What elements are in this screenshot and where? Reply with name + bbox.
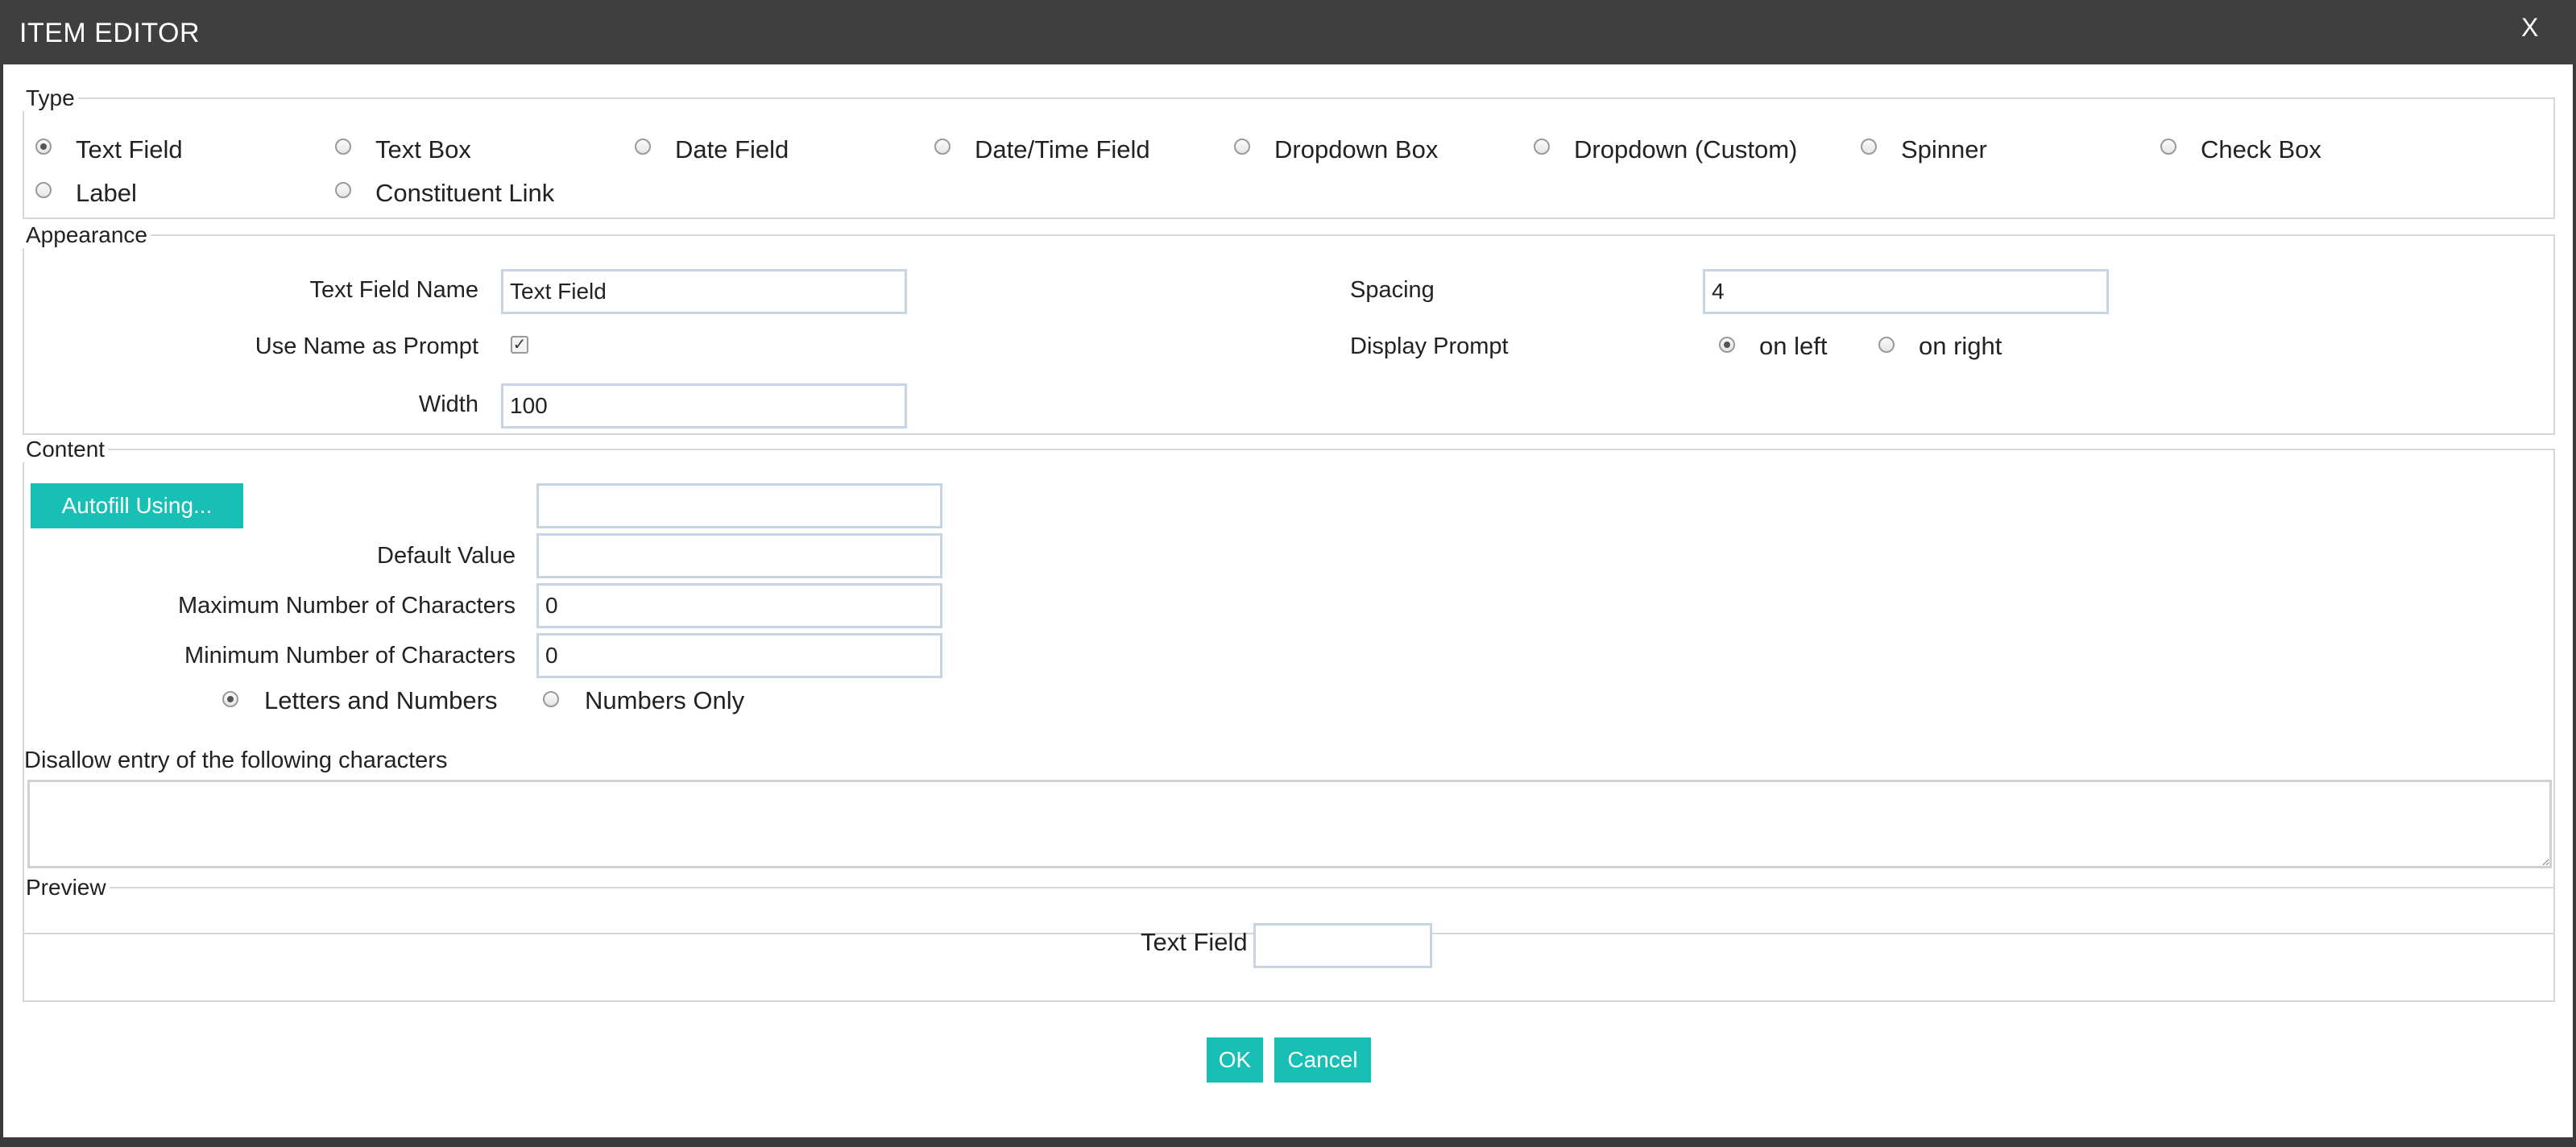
text-field-name-input[interactable] <box>501 269 907 314</box>
min-characters-label: Minimum Number of Characters <box>184 643 516 669</box>
cancel-button[interactable]: Cancel <box>1274 1037 1371 1083</box>
radio-dropdown-box[interactable] <box>1234 139 1250 155</box>
radio-label[interactable] <box>35 182 52 198</box>
char-option-label: Numbers Only <box>585 686 745 714</box>
radio-spinner[interactable] <box>1861 139 1877 155</box>
display-prompt-label: Display Prompt <box>1350 333 1509 359</box>
content-legend: Content <box>26 437 106 462</box>
use-name-as-prompt-checkbox[interactable]: ✓ <box>511 336 528 354</box>
radio-constituent-link[interactable] <box>335 182 351 198</box>
width-input[interactable] <box>501 383 907 429</box>
dialog-title: ITEM EDITOR <box>19 18 200 48</box>
disallow-textarea[interactable] <box>27 780 2552 868</box>
radio-prompt-on-left[interactable] <box>1719 337 1735 353</box>
max-characters-label: Maximum Number of Characters <box>178 593 516 619</box>
type-option-label: Dropdown (Custom) <box>1574 135 1798 164</box>
default-value-label: Default Value <box>377 543 516 569</box>
radio-datetime-field[interactable] <box>934 139 950 155</box>
radio-numbers-only[interactable] <box>543 691 559 707</box>
type-option-label: Spinner <box>1901 135 1987 164</box>
width-label: Width <box>418 391 478 417</box>
prompt-option-label: on left <box>1759 332 1828 360</box>
type-option-label: Check Box <box>2201 135 2321 164</box>
disallow-wrapper <box>27 780 2552 868</box>
text-field-name-label: Text Field Name <box>309 277 478 303</box>
close-button[interactable]: X <box>2521 13 2538 43</box>
item-editor-dialog: Type Text Field Text Box Date Field Date… <box>3 64 2573 1137</box>
type-option-label: Text Box <box>375 135 471 164</box>
spacing-input[interactable] <box>1703 269 2109 314</box>
appearance-legend: Appearance <box>26 222 148 247</box>
disallow-label: Disallow entry of the following characte… <box>24 747 448 773</box>
type-option-label: Constituent Link <box>375 179 555 207</box>
radio-prompt-on-right[interactable] <box>1878 337 1895 353</box>
radio-text-field[interactable] <box>35 139 52 155</box>
radio-letters-and-numbers[interactable] <box>222 691 238 707</box>
type-option-label: Dropdown Box <box>1274 135 1439 164</box>
min-characters-input[interactable] <box>536 633 942 678</box>
max-characters-input[interactable] <box>536 583 942 628</box>
default-value-input[interactable] <box>536 533 942 578</box>
radio-dropdown-custom[interactable] <box>1534 139 1550 155</box>
radio-check-box[interactable] <box>2160 139 2176 155</box>
title-bar: ITEM EDITOR X <box>0 0 2576 64</box>
use-name-as-prompt-label: Use Name as Prompt <box>255 333 478 359</box>
type-option-label: Date Field <box>675 135 789 164</box>
preview-legend: Preview <box>26 875 106 900</box>
type-option-label: Text Field <box>76 135 183 164</box>
type-option-label: Label <box>76 179 137 207</box>
spacing-label: Spacing <box>1350 277 1435 303</box>
type-legend: Type <box>26 85 75 110</box>
radio-date-field[interactable] <box>635 139 651 155</box>
preview-field-input[interactable] <box>1253 923 1432 968</box>
autofill-using-button[interactable]: Autofill Using... <box>31 483 243 528</box>
preview-field-label: Text Field <box>1141 928 1248 956</box>
prompt-option-label: on right <box>1919 332 2002 360</box>
type-option-label: Date/Time Field <box>975 135 1150 164</box>
radio-text-box[interactable] <box>335 139 351 155</box>
autofill-input[interactable] <box>536 483 942 528</box>
ok-button[interactable]: OK <box>1207 1037 1263 1083</box>
char-option-label: Letters and Numbers <box>264 686 498 714</box>
